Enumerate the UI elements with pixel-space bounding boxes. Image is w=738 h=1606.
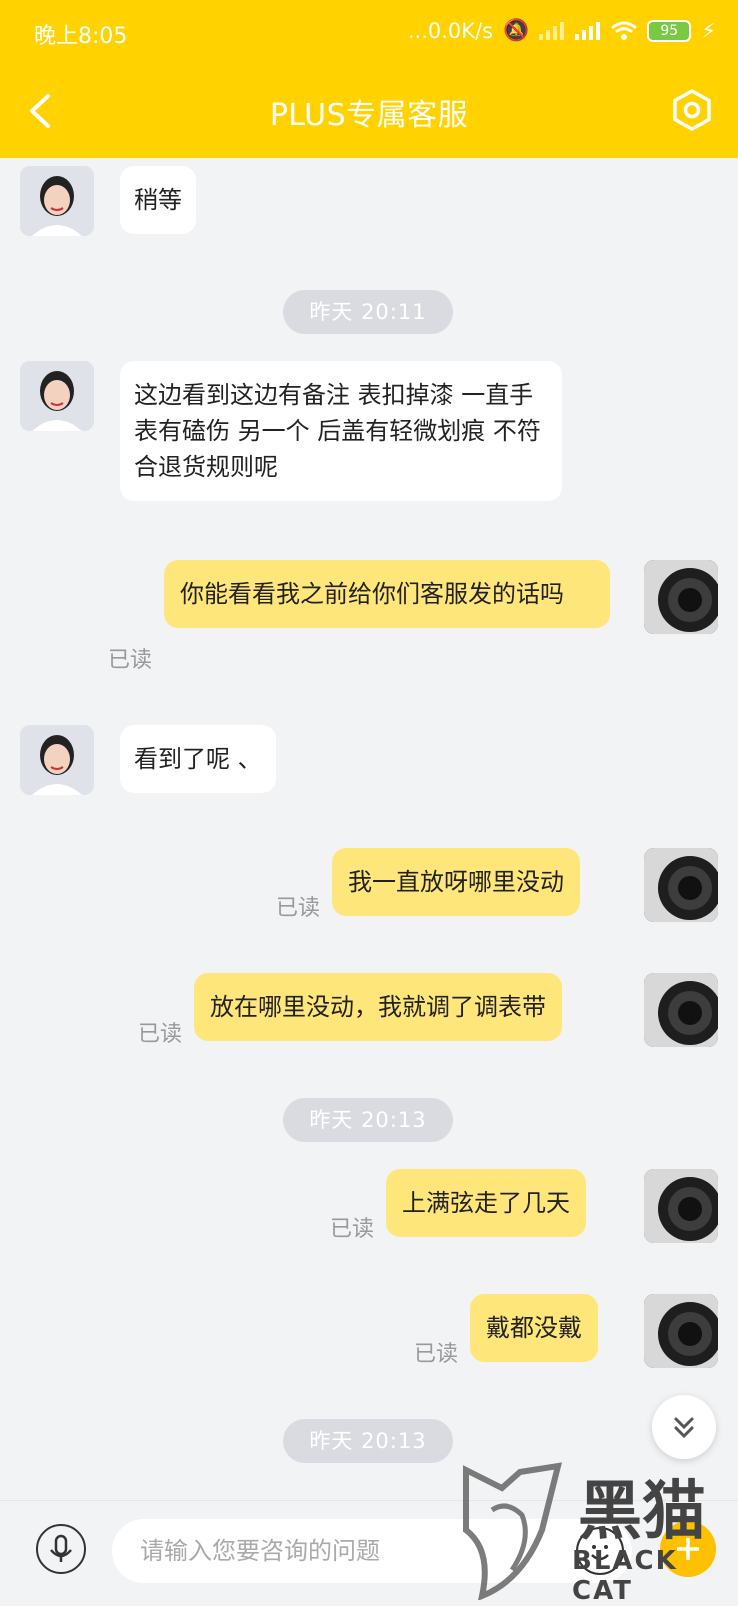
charging-icon: ⚡ [701, 18, 716, 43]
status-bar: 晚上8:05 ...0.0K/s 🔕 95 ⚡ [0, 0, 738, 64]
battery-indicator: 95 [647, 19, 692, 42]
status-time: 晚上8:05 [34, 24, 128, 49]
agent-message: 稍等 [120, 166, 196, 234]
signal-icon-2 [575, 21, 601, 40]
timestamp: 昨天 20:11 [283, 290, 453, 334]
agent-avatar [20, 166, 94, 236]
agent-avatar [20, 725, 94, 795]
microphone-icon [50, 1534, 72, 1562]
wifi-icon [611, 21, 638, 40]
read-status: 已读 [330, 1217, 375, 1242]
user-avatar [644, 848, 718, 922]
page-title: PLUS专属客服 [269, 98, 469, 133]
watermark-text: 黑猫 [578, 1475, 706, 1549]
user-message: 你能看看我之前给你们客服发的话吗 [164, 560, 610, 628]
network-speed: ...0.0K/s [407, 18, 494, 43]
agent-message: 看到了呢 、 [120, 725, 276, 793]
double-chevron-down-icon [674, 1417, 694, 1439]
agent-avatar [20, 361, 94, 431]
mute-icon: 🔕 [503, 18, 530, 42]
user-avatar [644, 973, 718, 1047]
signal-icon [539, 21, 565, 40]
user-message: 上满弦走了几天 [386, 1169, 586, 1237]
read-status: 已读 [276, 896, 321, 921]
user-message: 放在哪里没动，我就调了调表带 [194, 973, 562, 1041]
read-status: 已读 [414, 1342, 459, 1367]
user-message: 我一直放呀哪里没动 [332, 848, 580, 916]
read-status: 已读 [138, 1022, 183, 1047]
scroll-to-bottom-button[interactable] [652, 1395, 716, 1459]
header-bar: PLUS专属客服 [0, 64, 738, 158]
agent-message: 这边看到这边有备注 表扣掉漆 一直手表有磕伤 另一个 后盖有轻微划痕 不符合退货… [120, 361, 562, 501]
timestamp: 昨天 20:13 [283, 1098, 453, 1142]
timestamp: 昨天 20:13 [283, 1419, 453, 1463]
user-avatar [644, 1169, 718, 1243]
user-avatar [644, 1294, 718, 1368]
voice-button[interactable] [36, 1524, 86, 1574]
user-message: 戴都没戴 [470, 1294, 598, 1362]
chat-area[interactable]: 稍等 昨天 20:11 这边看到这边有备注 表扣掉漆 一直手表有磕伤 另一个 后… [0, 158, 738, 1500]
settings-icon[interactable] [670, 88, 714, 132]
watermark-subtext: BLACK CAT [572, 1546, 678, 1606]
read-status: 已读 [108, 648, 153, 673]
status-icons: ...0.0K/s 🔕 95 ⚡ [408, 18, 716, 43]
user-avatar [644, 560, 718, 634]
